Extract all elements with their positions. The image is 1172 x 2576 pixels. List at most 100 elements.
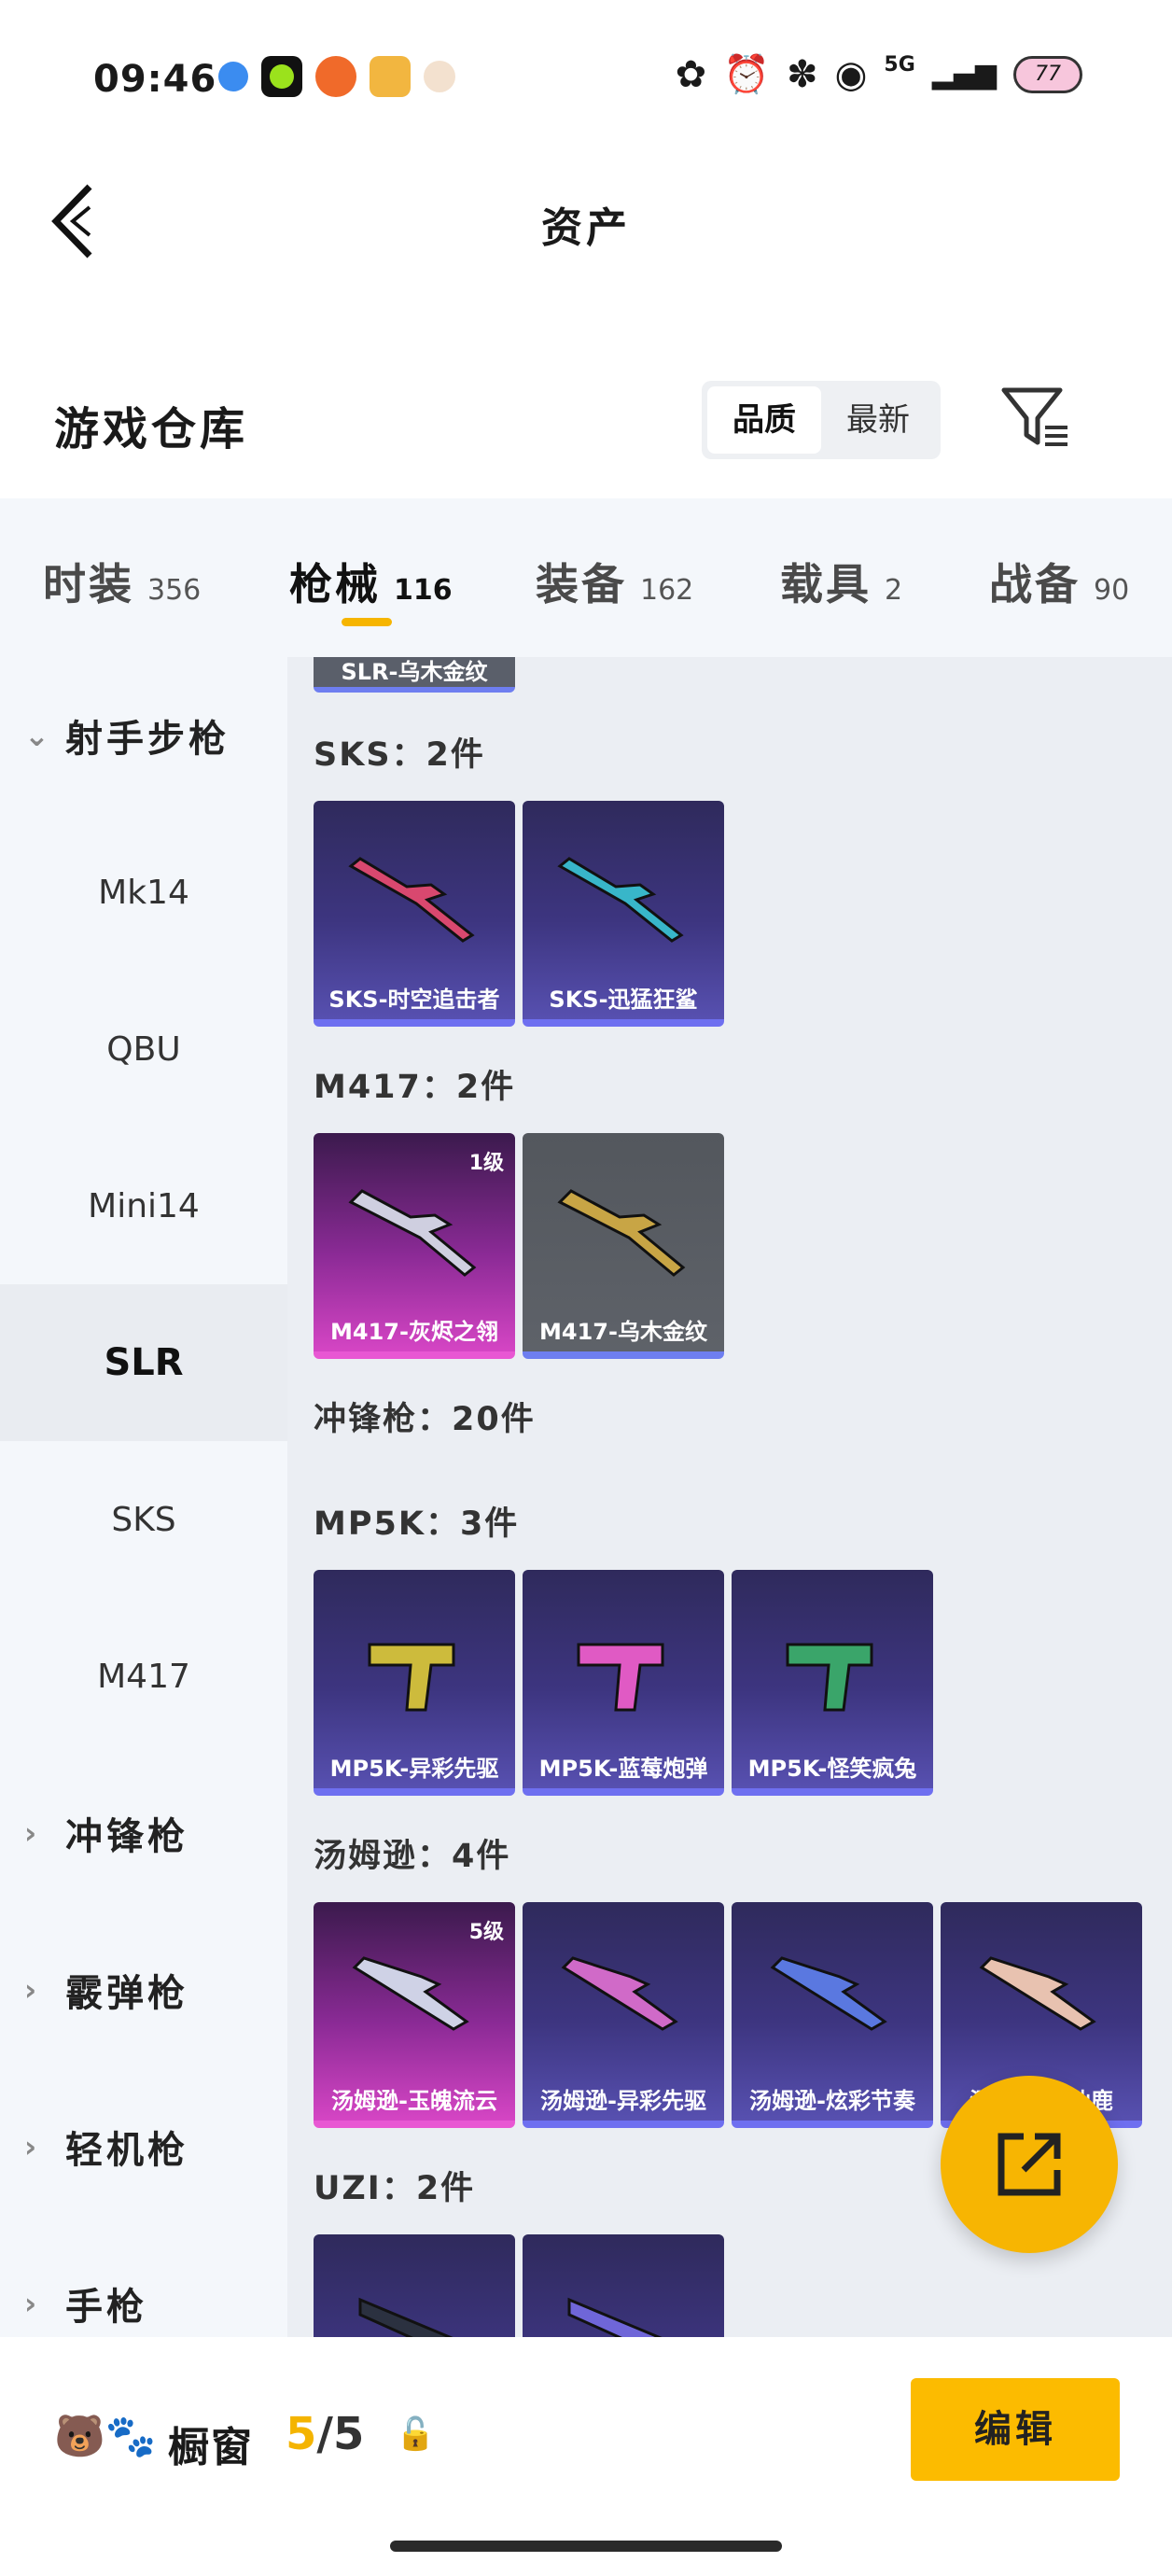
- sidebar-item-label: Mini14: [88, 1186, 200, 1225]
- weapon-card[interactable]: 汤姆逊-炫彩节奏: [732, 1902, 933, 2128]
- smg-icon: [561, 1956, 678, 2031]
- nav-header: 资产: [0, 140, 1172, 308]
- weapon-name: M417-灰烬之翎: [330, 1319, 498, 1345]
- tab-weapons[interactable]: 枪械 116: [289, 551, 453, 612]
- app-notification-icon: [218, 62, 248, 91]
- showcase-current: 5: [286, 2408, 317, 2460]
- weapon-type-sidebar: ⌄ 射手步枪 Mk14 QBU Mini14 SLR SKS M417 › 冲锋…: [0, 657, 287, 2337]
- tab-equipment[interactable]: 装备 162: [536, 551, 693, 612]
- tab-count: 90: [1094, 574, 1130, 607]
- edit-button[interactable]: 编辑: [911, 2378, 1120, 2481]
- alarm-icon: ⏰: [723, 53, 770, 96]
- chevron-right-icon: ›: [24, 2129, 41, 2164]
- sidebar-group-pistol[interactable]: › 手枪: [0, 2225, 287, 2337]
- rifle-icon: [557, 1189, 686, 1277]
- chevron-right-icon: ›: [24, 2286, 41, 2321]
- category-tabs: 时装 356 枪械 116 装备 162 载具 2 战备 90: [0, 498, 1172, 657]
- paw-icon: ✽: [786, 52, 818, 96]
- weapon-card[interactable]: [314, 2234, 515, 2337]
- smg-icon: [770, 1956, 887, 2031]
- smg-icon: [567, 2297, 663, 2337]
- signal-icon: ▂▄▆: [931, 58, 997, 91]
- weapon-name: SKS-时空追击者: [328, 987, 500, 1013]
- status-bar: 09:46 ✿ ⏰ ✽ ◉ 5G ▂▄▆ 77: [0, 0, 1172, 140]
- group-title: 汤姆逊：4件: [314, 1838, 511, 1875]
- page-title: 资产: [541, 204, 631, 252]
- sidebar-item-m417[interactable]: M417: [0, 1598, 287, 1755]
- rifle-icon: [557, 857, 684, 943]
- tab-label: 时装: [43, 559, 134, 609]
- sidebar-item-label: M417: [97, 1657, 190, 1696]
- chevron-down-icon: ⌄: [24, 718, 53, 753]
- tab-count: 356: [147, 574, 202, 607]
- weapon-card[interactable]: 1级 M417-灰烬之翎: [314, 1133, 515, 1359]
- group-title: UZI：2件: [314, 2170, 476, 2207]
- smg-icon: [358, 2297, 453, 2337]
- weapon-card-partial[interactable]: SLR-乌木金纹: [314, 657, 515, 693]
- weapon-card[interactable]: SKS-迅猛狂鲨: [523, 801, 724, 1027]
- group-title: SKS：2件: [314, 736, 485, 774]
- section-title: 游戏仓库: [54, 403, 249, 455]
- weapon-card[interactable]: M417-乌木金纹: [523, 1133, 724, 1359]
- sidebar-group-lmg[interactable]: › 轻机枪: [0, 2068, 287, 2225]
- weapon-card[interactable]: 5级 汤姆逊-玉魄流云: [314, 1902, 515, 2128]
- status-time: 09:46: [93, 58, 217, 101]
- tab-count: 2: [885, 574, 903, 607]
- sidebar-item-mini14[interactable]: Mini14: [0, 1127, 287, 1284]
- app-notification-icon: [315, 56, 356, 97]
- notification-icons: [218, 56, 455, 97]
- weapon-card[interactable]: [523, 2234, 724, 2337]
- sidebar-item-mk14[interactable]: Mk14: [0, 814, 287, 971]
- wifi-icon: ◉: [834, 52, 868, 96]
- home-indicator[interactable]: [390, 2541, 782, 2552]
- smg-icon: [352, 1956, 469, 2031]
- count-separator: /: [316, 2408, 333, 2460]
- sidebar-item-label: 冲锋枪: [65, 1815, 188, 1858]
- sidebar-item-label: 霰弹枪: [65, 1972, 188, 2015]
- smg-icon: [577, 1643, 664, 1712]
- flower-icon: ✿: [675, 52, 707, 96]
- tab-supplies[interactable]: 战备 90: [989, 551, 1129, 612]
- battery-icon: 77: [1013, 55, 1082, 93]
- sidebar-group-marksman-rifle[interactable]: ⌄ 射手步枪: [0, 657, 287, 814]
- weapon-card[interactable]: SKS-时空追击者: [314, 801, 515, 1027]
- sidebar-item-label: SKS: [111, 1500, 176, 1539]
- sidebar-item-label: 轻机枪: [65, 2129, 188, 2172]
- tab-label: 战备: [989, 559, 1081, 609]
- weapon-card[interactable]: MP5K-怪笑疯兔: [732, 1570, 933, 1796]
- weapon-name: SKS-迅猛狂鲨: [549, 987, 698, 1013]
- sidebar-item-label: 射手步枪: [65, 718, 230, 761]
- sidebar-item-label: 手枪: [65, 2286, 147, 2329]
- sort-newest-button[interactable]: 最新: [821, 386, 935, 454]
- filter-icon[interactable]: [998, 385, 1073, 450]
- tab-label: 载具: [780, 559, 872, 609]
- lock-icon[interactable]: 🔓: [396, 2415, 435, 2453]
- group-title: M417：2件: [314, 1069, 516, 1106]
- sidebar-item-label: SLR: [104, 1341, 184, 1384]
- sort-quality-button[interactable]: 品质: [707, 386, 821, 454]
- app-notification-icon: [370, 56, 411, 97]
- smg-icon: [368, 1643, 455, 1712]
- sidebar-group-smg[interactable]: › 冲锋枪: [0, 1755, 287, 1911]
- tab-vehicles[interactable]: 载具 2: [780, 551, 902, 612]
- weapon-card[interactable]: 汤姆逊-异彩先驱: [523, 1902, 724, 2128]
- weapon-name: MP5K-怪笑疯兔: [747, 1756, 917, 1782]
- weapon-card[interactable]: MP5K-蓝莓炮弹: [523, 1570, 724, 1796]
- weapon-name: MP5K-蓝莓炮弹: [538, 1756, 708, 1782]
- tab-count: 116: [394, 574, 453, 607]
- network-label: 5G: [884, 53, 915, 77]
- smg-icon: [786, 1643, 873, 1712]
- rifle-icon: [348, 1189, 477, 1277]
- sidebar-item-qbu[interactable]: QBU: [0, 971, 287, 1127]
- group-title: 冲锋枪：20件: [314, 1401, 536, 1438]
- tab-fashion[interactable]: 时装 356: [43, 551, 201, 612]
- app-notification-icon: [261, 56, 302, 97]
- sidebar-group-shotgun[interactable]: › 霰弹枪: [0, 1911, 287, 2068]
- group-title: MP5K：3件: [314, 1505, 520, 1543]
- weapon-card[interactable]: MP5K-异彩先驱: [314, 1570, 515, 1796]
- share-button[interactable]: [941, 2076, 1118, 2253]
- showcase-icon: 🐻🐾: [54, 2413, 157, 2460]
- sidebar-item-slr[interactable]: SLR: [0, 1284, 287, 1441]
- sidebar-item-sks[interactable]: SKS: [0, 1441, 287, 1598]
- sidebar-item-label: QBU: [106, 1029, 181, 1069]
